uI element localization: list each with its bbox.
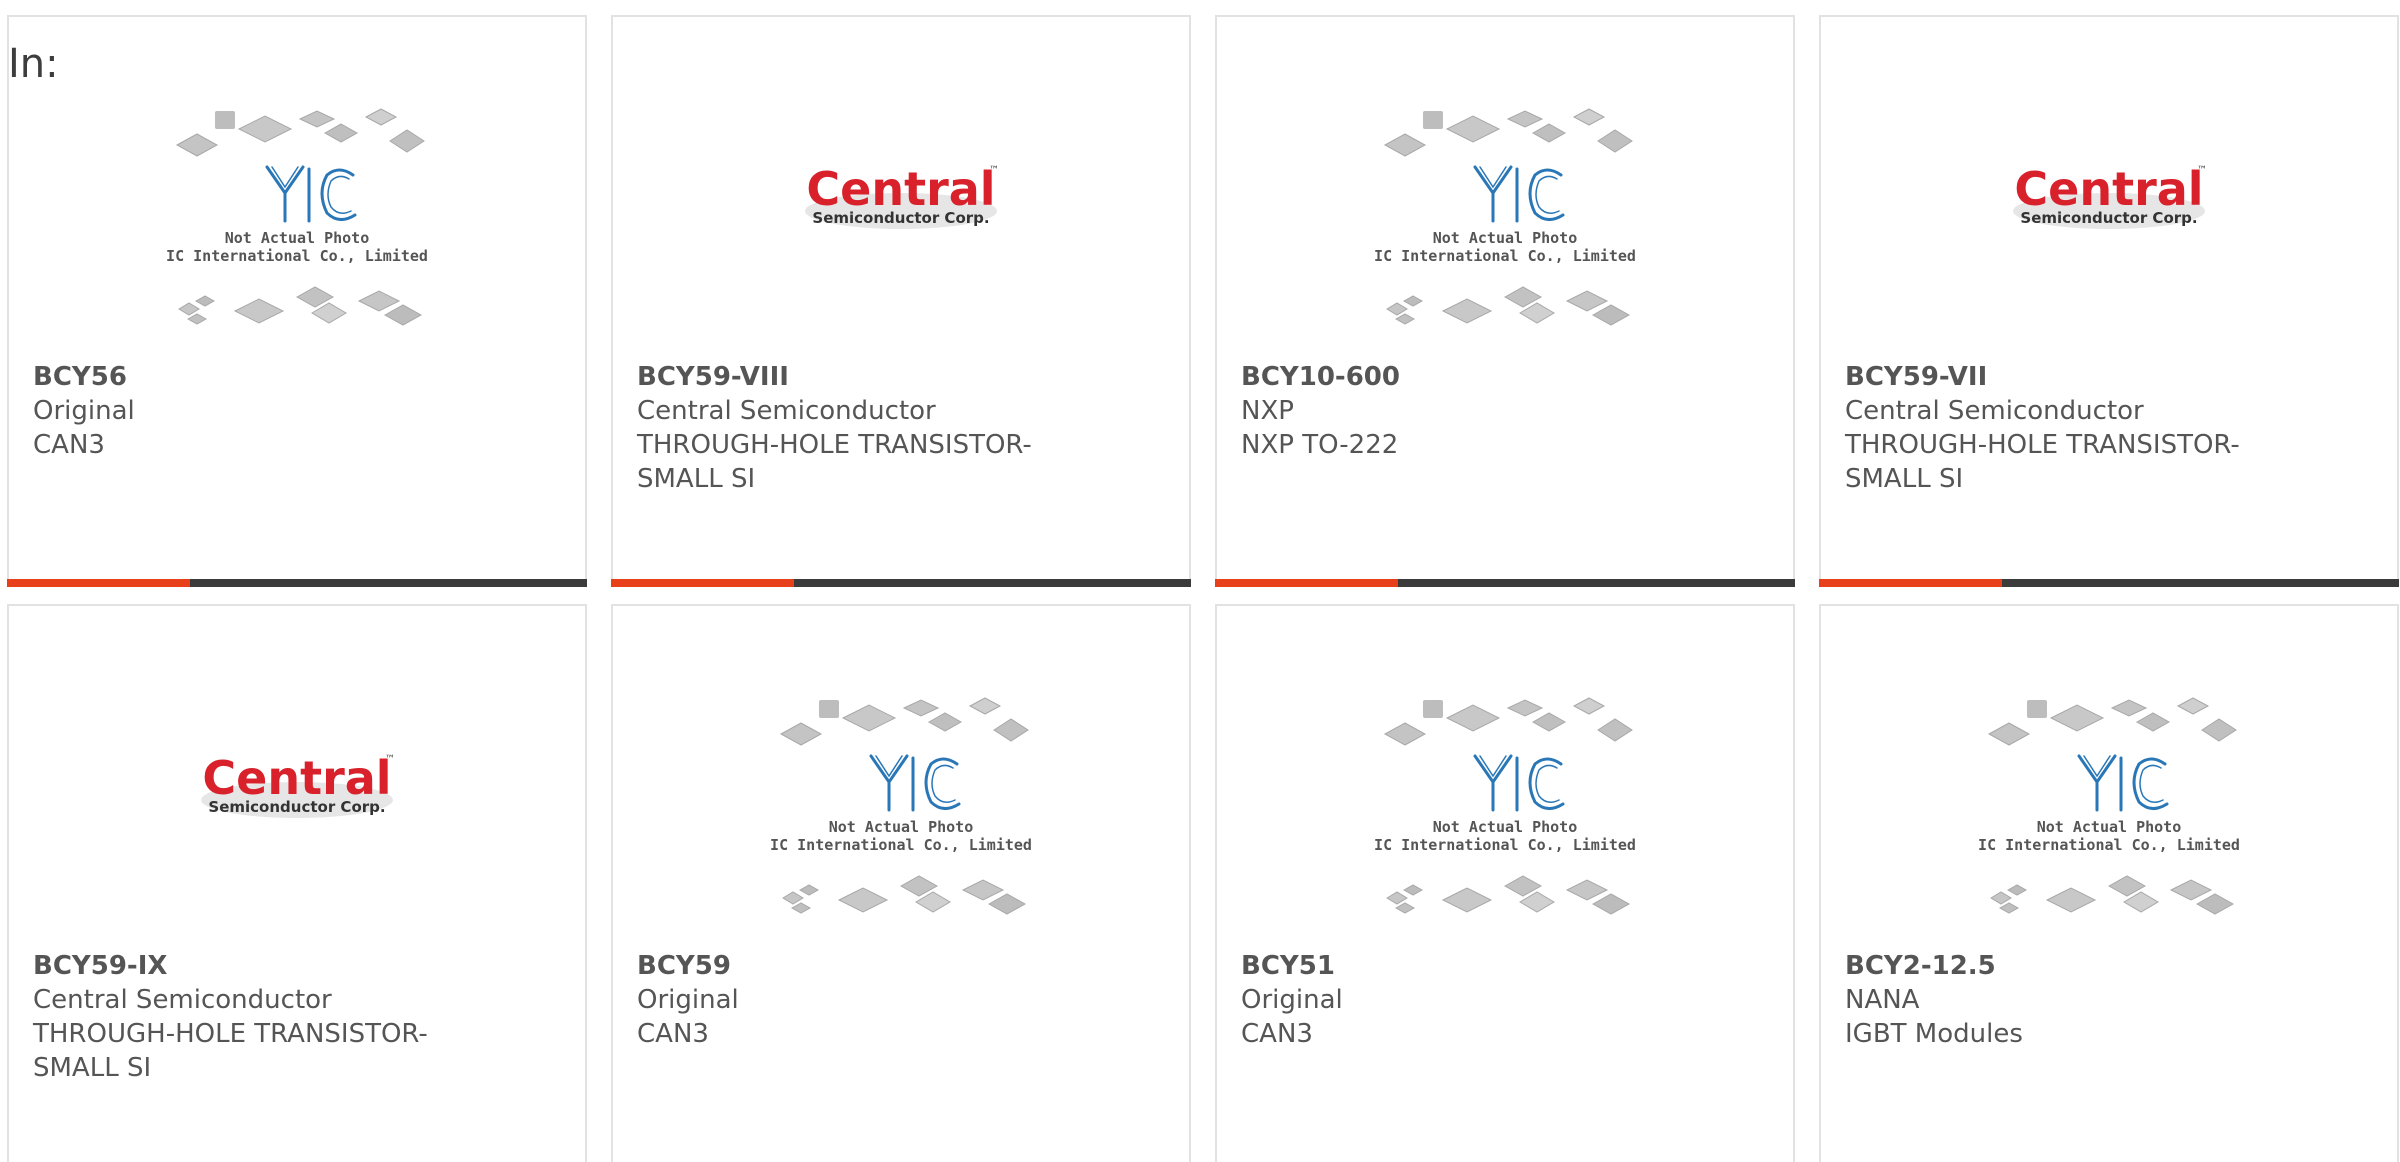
- product-thumbnail: Not Actual Photo YIC International Co., L…: [1217, 686, 1793, 956]
- product-card[interactable]: Not Actual Photo YIC International Co., L…: [1215, 604, 1795, 1162]
- description-line-1: THROUGH-HOLE TRANSISTOR-: [33, 1019, 428, 1049]
- card-accent-bar: [611, 579, 794, 587]
- description-line-1: THROUGH-HOLE TRANSISTOR-: [637, 430, 1032, 460]
- card-accent-bar: [1819, 579, 2002, 587]
- manufacturer: Original: [33, 396, 135, 426]
- description-line-1: THROUGH-HOLE TRANSISTOR-: [1845, 430, 2240, 460]
- product-card[interactable]: Not Actual Photo YIC International Co., L…: [1819, 604, 2399, 1162]
- central-logo-word: Central: [806, 162, 995, 216]
- card-accent-bar: [7, 579, 190, 587]
- card-bottom-bar: [611, 579, 1191, 587]
- part-number[interactable]: BCY59: [637, 949, 1157, 983]
- filter-label: In:: [8, 41, 59, 87]
- card-accent-bar: [1215, 579, 1398, 587]
- card-bottom-bar: [1215, 579, 1795, 587]
- product-card[interactable]: Not Actual Photo YIC International Co., L…: [7, 15, 587, 587]
- central-logo-word: Central: [202, 751, 391, 805]
- central-logo-sub: Semiconductor Corp.: [2020, 209, 2197, 227]
- placeholder-caption-2: YIC International Co., Limited.: [1979, 836, 2239, 854]
- description-line-2: SMALL SI: [1845, 464, 1964, 494]
- description-line-1: IGBT Modules: [1845, 1019, 2023, 1049]
- product-card[interactable]: Not Actual Photo YIC International Co., L…: [1215, 15, 1795, 587]
- central-logo-tm: ™: [385, 754, 395, 765]
- product-thumbnail: Not Actual Photo YIC International Co., L…: [9, 97, 585, 367]
- product-card[interactable]: Not Actual Photo YIC International Co., L…: [611, 604, 1191, 1162]
- manufacturer: NXP: [1241, 396, 1294, 426]
- product-thumbnail: Not Actual Photo YIC International Co., L…: [613, 686, 1189, 956]
- placeholder-caption-1: Not Actual Photo: [2037, 818, 2182, 836]
- manufacturer: NANA: [1845, 985, 1920, 1015]
- part-number[interactable]: BCY56: [33, 360, 553, 394]
- description-line-1: CAN3: [1241, 1019, 1313, 1049]
- product-thumbnail: Not Actual Photo YIC International Co., L…: [1821, 686, 2397, 956]
- central-semiconductor-logo: Central™ Semiconductor Corp.: [201, 751, 395, 818]
- part-number[interactable]: BCY59-VIII: [637, 360, 1157, 394]
- central-logo-sub: Semiconductor Corp.: [208, 798, 385, 816]
- product-card[interactable]: Central ™ Semiconductor Corp. BCY59-VIII C…: [611, 15, 1191, 587]
- central-semiconductor-logo: Central™ Semiconductor Corp.: [805, 162, 999, 229]
- part-number[interactable]: BCY10-600: [1241, 360, 1761, 394]
- yic-placeholder-graphic: Not Actual PhotoYIC International Co., L…: [1375, 108, 1635, 326]
- part-number[interactable]: BCY59-IX: [33, 949, 553, 983]
- manufacturer: Central Semiconductor: [637, 396, 936, 426]
- placeholder-caption-2: YIC International Co., Limited.: [771, 836, 1031, 854]
- description-line-1: CAN3: [33, 430, 105, 460]
- placeholder-caption-2: YIC International Co., Limited.: [167, 247, 427, 265]
- central-semiconductor-logo: Central™ Semiconductor Corp.: [2013, 162, 2207, 229]
- placeholder-caption-2: YIC International Co., Limited.: [1375, 247, 1635, 265]
- description-line-2: SMALL SI: [637, 464, 756, 494]
- product-thumbnail: Central ™ Semiconductor Corp.: [1821, 97, 2397, 367]
- part-number[interactable]: BCY2-12.5: [1845, 949, 2365, 983]
- placeholder-caption-1: Not Actual Photo: [829, 818, 974, 836]
- placeholder-caption-2: YIC International Co., Limited.: [1375, 836, 1635, 854]
- part-number[interactable]: BCY51: [1241, 949, 1761, 983]
- placeholder-caption-1: Not Actual Photo: [1433, 229, 1578, 247]
- central-logo-tm: ™: [2197, 165, 2207, 176]
- placeholder-caption-1: Not Actual Photo: [225, 229, 370, 247]
- manufacturer: Original: [1241, 985, 1343, 1015]
- product-grid: Not Actual Photo YIC International Co., L…: [7, 15, 2400, 1162]
- central-logo-tm: ™: [989, 165, 999, 176]
- central-logo-word: Central: [2014, 162, 2203, 216]
- product-card[interactable]: Central ™ Semiconductor Corp. BCY59-IX Cen…: [7, 604, 587, 1162]
- manufacturer: Central Semiconductor: [33, 985, 332, 1015]
- manufacturer: Central Semiconductor: [1845, 396, 2144, 426]
- description-line-1: NXP TO-222: [1241, 430, 1399, 460]
- description-line-1: CAN3: [637, 1019, 709, 1049]
- yic-placeholder-graphic: Not Actual PhotoYIC International Co., L…: [1375, 697, 1635, 915]
- yic-placeholder-graphic: Not Actual PhotoYIC International Co., L…: [167, 108, 427, 326]
- yic-placeholder-graphic: Not Actual PhotoYIC International Co., L…: [771, 697, 1031, 915]
- description-line-2: SMALL SI: [33, 1053, 152, 1083]
- yic-placeholder-graphic: Not Actual PhotoYIC International Co., L…: [1979, 697, 2239, 915]
- card-bottom-bar: [7, 579, 587, 587]
- product-thumbnail: Central ™ Semiconductor Corp.: [9, 686, 585, 956]
- card-bottom-bar: [1819, 579, 2399, 587]
- manufacturer: Original: [637, 985, 739, 1015]
- product-card[interactable]: Central ™ Semiconductor Corp. BCY59-VII Ce…: [1819, 15, 2399, 587]
- product-thumbnail: Not Actual Photo YIC International Co., L…: [1217, 97, 1793, 367]
- placeholder-caption-1: Not Actual Photo: [1433, 818, 1578, 836]
- central-logo-sub: Semiconductor Corp.: [812, 209, 989, 227]
- part-number[interactable]: BCY59-VII: [1845, 360, 2365, 394]
- product-thumbnail: Central ™ Semiconductor Corp.: [613, 97, 1189, 367]
- product-grid-page: In: Not Actual Photo YIC International Co…: [0, 0, 2400, 1162]
